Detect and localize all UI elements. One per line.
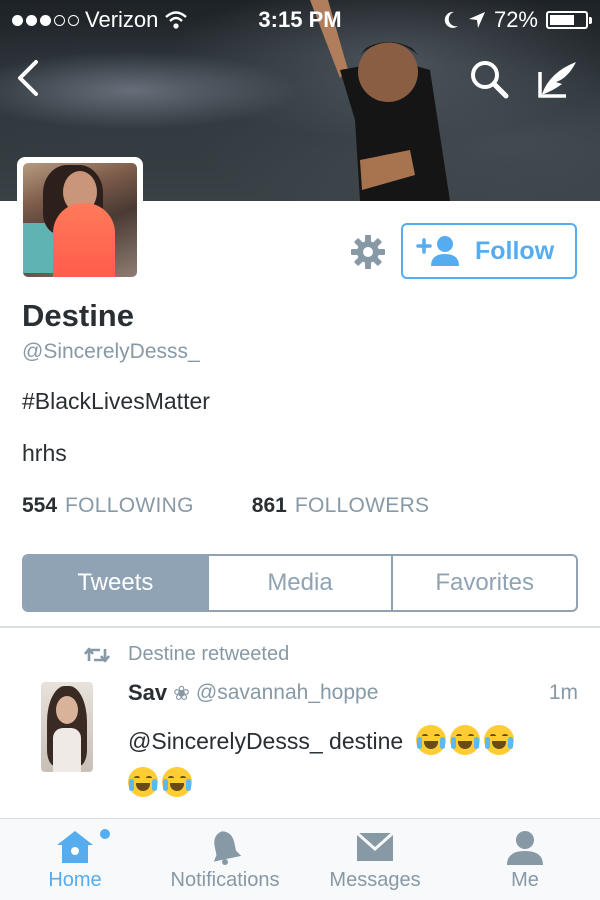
nav-home-label: Home (48, 869, 102, 891)
status-bar: Verizon 3:15 PM 72% (0, 0, 600, 40)
bell-icon (213, 831, 242, 865)
follow-button-label: Follow (475, 236, 555, 265)
profile-name: Destine (22, 298, 134, 333)
flower-icon: ❀ (173, 682, 190, 705)
tweet-header: Sav ❀ @savannah_hoppe 1m (128, 680, 578, 706)
nav-messages[interactable]: Messages (300, 819, 450, 900)
follow-button[interactable]: Follow (401, 223, 577, 279)
search-icon[interactable] (468, 58, 510, 100)
profile-bio-line-1[interactable]: #BlackLivesMatter (22, 388, 210, 415)
person-icon (507, 831, 543, 865)
tweet-text: @SincerelyDesss_ destine (128, 728, 404, 754)
avatar (23, 163, 137, 277)
retweet-icon (84, 647, 110, 662)
crying-face-icon (128, 767, 158, 797)
bottom-tab-bar: Home Notifications Messages Me (0, 818, 600, 900)
tab-tweets[interactable]: Tweets (24, 556, 207, 610)
nav-me-label: Me (511, 869, 539, 891)
location-arrow-icon (468, 12, 485, 28)
battery-percent: 72% (493, 7, 538, 32)
followers-label: FOLLOWERS (294, 494, 430, 517)
tears-of-joy-icon (449, 725, 480, 755)
profile-handle: @SincerelyDesss_ (22, 340, 200, 363)
compose-icon[interactable] (536, 58, 580, 100)
home-icon (57, 831, 93, 863)
tweet-author-handle[interactable]: @savannah_hoppe (196, 681, 378, 705)
divider (0, 626, 600, 628)
nav-me[interactable]: Me (450, 819, 600, 900)
wifi-icon (165, 11, 188, 29)
following-stat[interactable]: 554 FOLLOWING (22, 494, 194, 518)
followers-stat[interactable]: 861 FOLLOWERS (252, 494, 430, 518)
crying-face-icon (162, 767, 192, 797)
nav-notifications[interactable]: Notifications (150, 819, 300, 900)
profile-bio-line-2: hrhs (22, 440, 67, 466)
chevron-left-icon[interactable] (14, 58, 44, 98)
tweet-timestamp: 1m (548, 681, 578, 704)
tweet-body[interactable]: @SincerelyDesss_ destine (128, 720, 568, 804)
envelope-icon (356, 831, 394, 861)
moon-icon (444, 11, 458, 28)
battery-fill (550, 15, 575, 25)
tears-of-joy-icon (415, 725, 446, 755)
nav-notifications-label: Notifications (170, 869, 280, 891)
tab-media[interactable]: Media (206, 556, 392, 610)
nav-messages-label: Messages (329, 869, 421, 891)
battery-icon (546, 11, 592, 29)
signal-strength-icon (12, 14, 79, 26)
followers-count: 861 (251, 494, 287, 517)
profile-stats: 554 FOLLOWING 861 FOLLOWERS (22, 494, 429, 518)
profile-avatar-frame[interactable] (17, 157, 143, 283)
tweet-author-name[interactable]: Sav (128, 680, 167, 706)
following-label: FOLLOWING (65, 494, 194, 517)
crying-face-icon (483, 725, 514, 755)
nav-home[interactable]: Home (0, 819, 150, 900)
add-user-icon (416, 236, 459, 266)
retweet-label: Destine retweeted (128, 643, 290, 665)
gear-icon[interactable] (350, 234, 386, 270)
following-count: 554 (22, 494, 58, 517)
tab-favorites[interactable]: Favorites (391, 556, 576, 610)
carrier-label: Verizon (85, 7, 159, 32)
tweet-author-avatar[interactable] (41, 682, 93, 772)
retweet-context: Destine retweeted (84, 643, 289, 666)
unread-dot (100, 829, 110, 839)
profile-tabs: Tweets Media Favorites (22, 554, 578, 612)
